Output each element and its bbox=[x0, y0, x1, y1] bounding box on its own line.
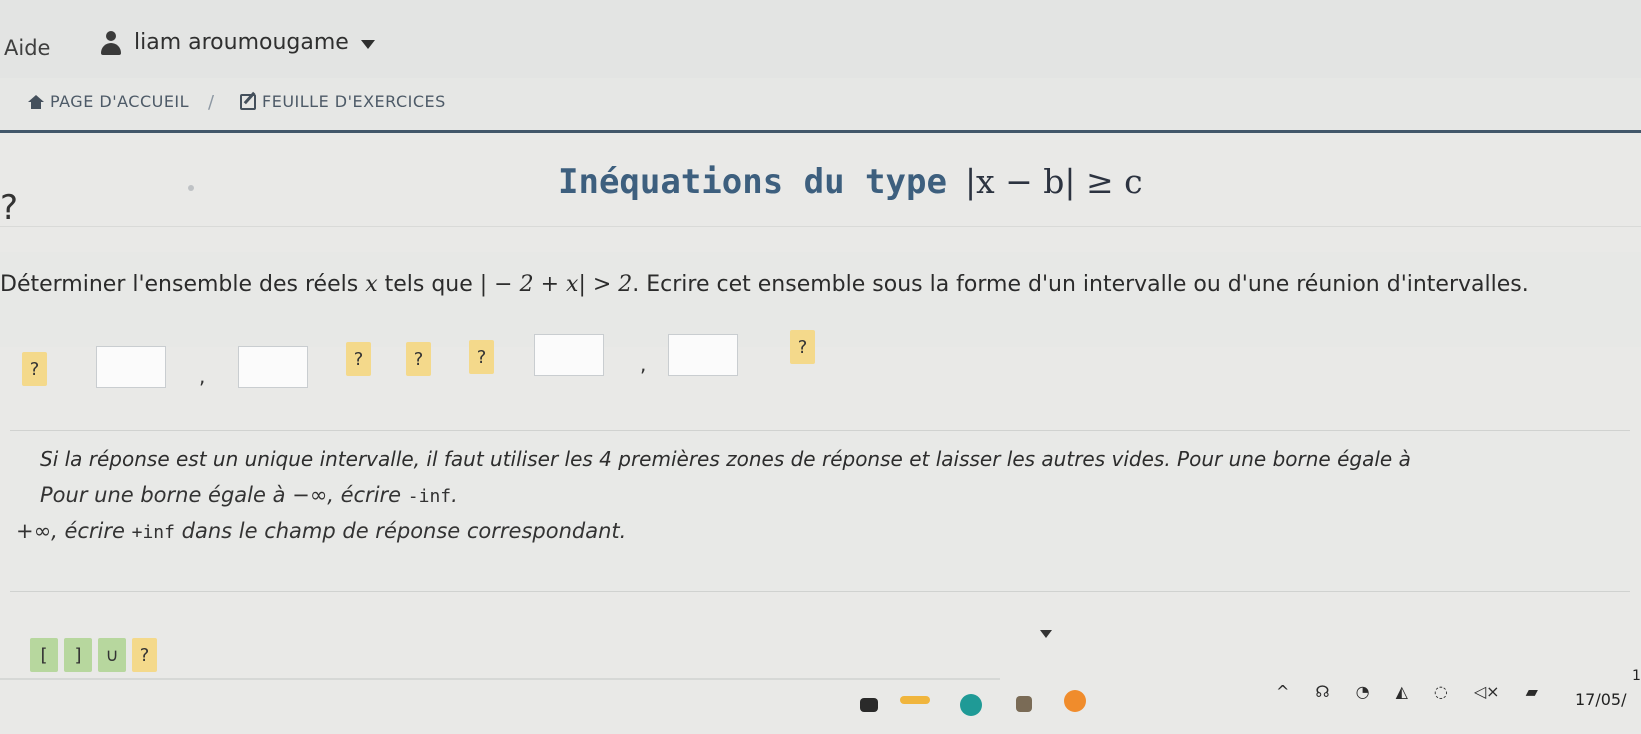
small-caret-icon bbox=[1040, 630, 1052, 638]
volume-muted-icon[interactable]: ◁× bbox=[1474, 682, 1500, 701]
bag-icon[interactable]: ◭ bbox=[1396, 682, 1408, 701]
caret-down-icon bbox=[360, 39, 375, 49]
wifi-icon[interactable]: ◌ bbox=[1434, 682, 1448, 701]
page-title-text: Inéquations du type bbox=[558, 162, 947, 202]
symbol-buttons: [ ] ∪ ? bbox=[30, 638, 157, 672]
symbol-button-union[interactable]: ∪ bbox=[98, 638, 126, 672]
question-suffix: . Ecrire cet ensemble sous la forme d'un… bbox=[632, 272, 1529, 297]
breadcrumb-exercises-label: FEUILLE D'EXERCICES bbox=[262, 92, 446, 111]
info-line-2-text: Pour une borne égale à −∞, écrire bbox=[40, 483, 408, 507]
info-line-1: Si la réponse est un unique intervalle, … bbox=[40, 447, 1411, 471]
page-title-math: |x − b| ≥ c bbox=[964, 162, 1143, 201]
question-middle: tels que bbox=[384, 272, 473, 297]
chevron-up-icon[interactable]: ^ bbox=[1276, 682, 1289, 701]
taskbar-icons bbox=[860, 688, 1160, 734]
taskbar-app-5-icon[interactable] bbox=[1064, 690, 1086, 712]
answer-bracket-placeholder-3[interactable]: ? bbox=[469, 340, 494, 374]
info-line-2-end: . bbox=[451, 483, 458, 507]
breadcrumb-home-label: PAGE D'ACCUEIL bbox=[50, 92, 190, 111]
answer-input-4[interactable] bbox=[668, 334, 738, 376]
answer-row: ? , ? ? ? , ? bbox=[0, 330, 1641, 430]
symbol-button-left-bracket[interactable]: [ bbox=[30, 638, 58, 672]
left-partial-glyph: ? bbox=[0, 188, 19, 228]
taskbar-app-4-icon[interactable] bbox=[1016, 696, 1032, 712]
answer-union-placeholder[interactable]: ? bbox=[406, 342, 431, 376]
comma-2: , bbox=[640, 352, 647, 376]
answer-input-1[interactable] bbox=[96, 346, 166, 388]
breadcrumb-home[interactable]: PAGE D'ACCUEIL bbox=[28, 92, 189, 111]
question-inequality: | − 2 + x| > 2 bbox=[479, 272, 633, 297]
user-icon bbox=[100, 30, 122, 55]
answer-bracket-placeholder-4[interactable]: ? bbox=[790, 330, 815, 364]
info-line-3-end: dans le champ de réponse correspondant. bbox=[174, 519, 627, 543]
clock-time: 1 bbox=[1632, 668, 1641, 684]
user-menu[interactable]: liam aroumougame bbox=[100, 30, 375, 55]
answer-input-2[interactable] bbox=[238, 346, 308, 388]
taskbar-app-1-icon[interactable] bbox=[860, 698, 878, 712]
info-line-2-code: -inf bbox=[407, 486, 452, 507]
question-text: Déterminer l'ensemble des réels x tels q… bbox=[0, 272, 1529, 297]
headset-icon[interactable]: ☊ bbox=[1315, 682, 1329, 701]
breadcrumb-separator: / bbox=[208, 92, 215, 113]
edit-icon bbox=[240, 93, 256, 110]
question-variable: x bbox=[365, 272, 378, 297]
taskbar-app-2-icon[interactable] bbox=[900, 696, 930, 704]
info-box: Si la réponse est un unique intervalle, … bbox=[10, 430, 1630, 592]
clock-date: 17/05/ bbox=[1575, 690, 1627, 709]
system-tray: ^ ☊ ◔ ◭ ◌ ◁× ▰ bbox=[1276, 682, 1538, 701]
info-line-2: Pour une borne égale à −∞, écrire -inf. bbox=[40, 483, 458, 507]
help-link[interactable]: Aide bbox=[4, 36, 50, 60]
taskbar-app-3-icon[interactable] bbox=[960, 694, 982, 716]
bottom-divider bbox=[0, 678, 1000, 680]
comma-1: , bbox=[199, 364, 206, 388]
info-line-3-code: +inf bbox=[131, 522, 175, 543]
answer-input-3[interactable] bbox=[534, 334, 604, 376]
app-tray-icon[interactable]: ◔ bbox=[1356, 682, 1370, 701]
info-line-3: +∞, écrire +inf dans le champ de réponse… bbox=[16, 519, 626, 543]
answer-bracket-placeholder-1[interactable]: ? bbox=[22, 352, 47, 386]
small-dot bbox=[188, 185, 194, 191]
question-prefix: Déterminer l'ensemble des réels bbox=[0, 272, 359, 297]
symbol-button-help[interactable]: ? bbox=[132, 638, 157, 672]
info-line-3-text: +∞, écrire bbox=[16, 519, 132, 543]
breadcrumb-exercises[interactable]: FEUILLE D'EXERCICES bbox=[240, 92, 446, 111]
answer-bracket-placeholder-2[interactable]: ? bbox=[346, 342, 371, 376]
home-icon bbox=[28, 94, 44, 109]
page-title: Inéquations du type |x − b| ≥ c bbox=[558, 162, 1143, 202]
battery-icon[interactable]: ▰ bbox=[1526, 682, 1538, 701]
symbol-button-right-bracket[interactable]: ] bbox=[64, 638, 92, 672]
user-name: liam aroumougame bbox=[134, 30, 349, 55]
